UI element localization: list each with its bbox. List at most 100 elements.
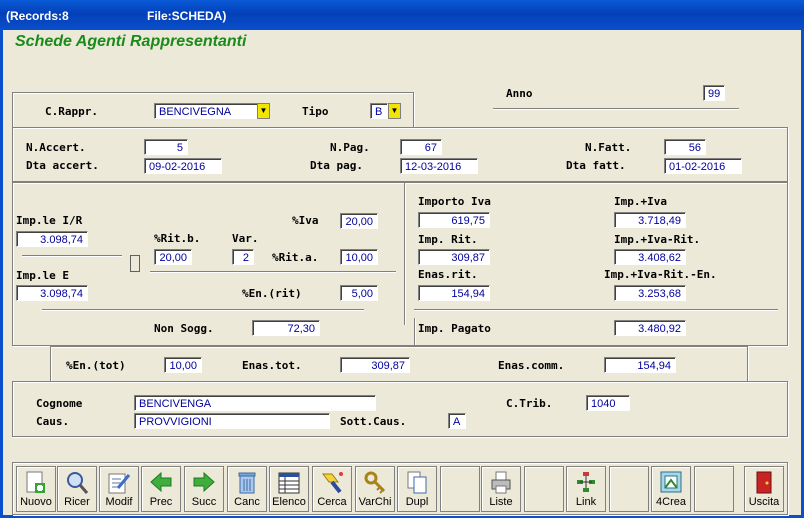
- enas-comm-label: Enas.comm.: [498, 359, 565, 372]
- succ-button[interactable]: Succ: [184, 466, 224, 512]
- ctrib-field[interactable]: 1040: [586, 395, 630, 411]
- window-title-bar[interactable]: (Records:8 File:SCHEDA): [0, 0, 804, 30]
- succ-button-label: Succ: [191, 496, 217, 508]
- n-pag-label: N.Pag.: [330, 141, 370, 154]
- link-tree-icon: [577, 472, 595, 492]
- elenco-button-label: Elenco: [272, 496, 306, 508]
- enas-tot-field[interactable]: 309,87: [340, 357, 410, 373]
- dta-accert-field[interactable]: 09-02-2016: [144, 158, 222, 174]
- enrit-field[interactable]: 5,00: [340, 285, 378, 301]
- varchi-button[interactable]: VarChi: [355, 466, 395, 512]
- imple-ir-label: Imp.le I/R: [16, 214, 83, 227]
- imp-pagato-label: Imp. Pagato: [418, 322, 491, 335]
- cerca-button-label: Cerca: [317, 496, 347, 508]
- dta-fatt-label: Dta fatt.: [566, 159, 626, 172]
- uscita-button[interactable]: Uscita: [744, 466, 784, 512]
- cognome-field[interactable]: BENCIVENGA: [134, 395, 376, 411]
- caus-field[interactable]: PROVVIGIONI: [134, 413, 330, 429]
- sott-caus-label: Sott.Caus.: [340, 415, 407, 428]
- toolbar-empty-slot-4: [694, 466, 734, 512]
- crea-button[interactable]: 4Crea: [651, 466, 691, 512]
- search-icon: [67, 472, 89, 494]
- dta-pag-field[interactable]: 12-03-2016: [400, 158, 478, 174]
- toolbar-empty-slot-2: [524, 466, 564, 512]
- calc-vertical-divider: [404, 183, 406, 325]
- imp-iva-rit-label: Imp.+Iva-Rit.: [614, 233, 701, 246]
- tipo-dropdown-button[interactable]: ▼: [388, 103, 401, 119]
- slider-handle[interactable]: [130, 255, 140, 272]
- uscita-button-label: Uscita: [748, 496, 780, 508]
- imple-e-field[interactable]: 3.098,74: [16, 285, 88, 301]
- n-pag-field[interactable]: 67: [400, 139, 442, 155]
- nonsogg-field[interactable]: 72,30: [252, 320, 320, 336]
- link-button[interactable]: Link: [566, 466, 606, 512]
- ritb-field[interactable]: 20,00: [154, 249, 192, 265]
- enas-rit-field[interactable]: 154,94: [418, 285, 490, 301]
- toolbar-empty-slot-1: [440, 466, 480, 512]
- var-field[interactable]: 2: [232, 249, 254, 265]
- imp-iva-label: Imp.+Iva: [614, 195, 667, 208]
- varchi-button-label: VarChi: [358, 496, 392, 508]
- n-fatt-field[interactable]: 56: [664, 139, 706, 155]
- anno-divider: [493, 108, 739, 110]
- imp-rit-label: Imp. Rit.: [418, 233, 478, 246]
- anno-field[interactable]: 99: [703, 85, 725, 101]
- cerca-button[interactable]: Cerca: [312, 466, 352, 512]
- file-name: File:SCHEDA): [147, 9, 227, 23]
- anagrafica-group: [12, 381, 788, 437]
- anno-label: Anno: [506, 87, 533, 100]
- dupl-button[interactable]: Dupl: [397, 466, 437, 512]
- canc-button[interactable]: Canc: [227, 466, 267, 512]
- imp-pagato-field[interactable]: 3.480,92: [614, 320, 686, 336]
- nuovo-button[interactable]: Nuovo: [16, 466, 56, 512]
- imple-e-label: Imp.le E: [16, 269, 69, 282]
- rita-label: %Rit.a.: [272, 251, 319, 264]
- n-accert-field[interactable]: 5: [144, 139, 188, 155]
- imp-iva-field[interactable]: 3.718,49: [614, 212, 686, 228]
- flashlight-icon: [322, 472, 343, 494]
- canc-button-label: Canc: [234, 496, 260, 508]
- prec-button-label: Prec: [149, 496, 173, 508]
- crappr-label: C.Rappr.: [45, 105, 98, 118]
- slider-track-left: [22, 255, 122, 257]
- rita-field[interactable]: 10,00: [340, 249, 378, 265]
- imp-iva-rit-en-field[interactable]: 3.253,68: [614, 285, 686, 301]
- iva-pct-label: %Iva: [292, 214, 319, 227]
- calc-vertical-divider-lower: [414, 318, 416, 345]
- ricer-button[interactable]: Ricer: [57, 466, 97, 512]
- iva-pct-field[interactable]: 20,00: [340, 213, 378, 229]
- duplicate-icon: [407, 471, 427, 494]
- imp-iva-rit-field[interactable]: 3.408,62: [614, 249, 686, 265]
- elenco-button[interactable]: Elenco: [269, 466, 309, 512]
- liste-button[interactable]: Liste: [481, 466, 521, 512]
- key-icon: [364, 471, 386, 494]
- arrow-right-icon: [193, 471, 215, 493]
- crappr-field[interactable]: BENCIVEGNA: [154, 103, 258, 119]
- modif-button[interactable]: Modif: [99, 466, 139, 512]
- n-fatt-label: N.Fatt.: [585, 141, 632, 154]
- list-icon: [278, 472, 300, 494]
- ritb-label: %Rit.b.: [154, 232, 201, 245]
- printer-icon: [491, 471, 511, 494]
- en-tot-field[interactable]: 10,00: [164, 357, 202, 373]
- importo-iva-field[interactable]: 619,75: [418, 212, 490, 228]
- crappr-dropdown-button[interactable]: ▼: [257, 103, 270, 119]
- imp-rit-field[interactable]: 309,87: [418, 249, 490, 265]
- link-button-label: Link: [575, 496, 597, 508]
- edit-document-icon: [108, 473, 131, 494]
- new-document-icon: [26, 471, 45, 493]
- form-title: Schede Agenti Rappresentanti: [15, 33, 247, 50]
- dta-pag-label: Dta pag.: [310, 159, 363, 172]
- prec-button[interactable]: Prec: [141, 466, 181, 512]
- imple-ir-field[interactable]: 3.098,74: [16, 231, 88, 247]
- slider-track-right: [150, 271, 396, 273]
- calc-right-divider: [414, 309, 778, 311]
- enas-tot-label: Enas.tot.: [242, 359, 302, 372]
- ricer-button-label: Ricer: [64, 496, 90, 508]
- n-accert-label: N.Accert.: [26, 141, 86, 154]
- tipo-field[interactable]: B: [370, 103, 388, 119]
- exit-door-icon: [756, 471, 772, 494]
- sott-caus-field[interactable]: A: [448, 413, 466, 429]
- dta-fatt-field[interactable]: 01-02-2016: [664, 158, 742, 174]
- enas-comm-field[interactable]: 154,94: [604, 357, 676, 373]
